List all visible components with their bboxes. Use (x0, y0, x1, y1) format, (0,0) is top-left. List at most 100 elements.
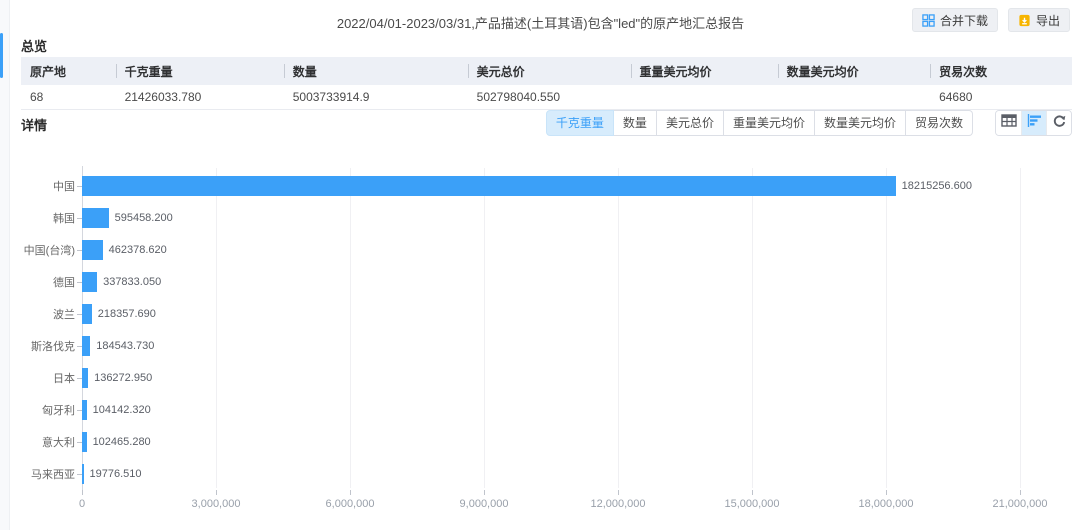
overview-table-header: 原产地千克重量数量美元总价重量美元均价数量美元均价贸易次数 (21, 57, 1072, 85)
column-header: 原产地 (21, 57, 116, 85)
category-label: 匈牙利 (21, 402, 77, 418)
bar[interactable] (82, 240, 103, 260)
category-label: 德国 (21, 274, 77, 290)
chart-row: 马来西亚 19776.510 (21, 458, 1072, 490)
value-label: 462378.620 (109, 244, 167, 256)
x-axis-tick (886, 490, 887, 495)
column-header: 重量美元均价 (631, 57, 778, 85)
value-label: 595458.200 (115, 212, 173, 224)
bar[interactable] (82, 176, 896, 196)
refresh-icon (1052, 114, 1066, 133)
overview-cell: 68 (21, 90, 116, 104)
bar-zone: 102465.280 (82, 432, 1022, 452)
column-header: 美元总价 (468, 57, 631, 85)
table-icon (1001, 114, 1017, 132)
overview-table-row: 6821426033.7805003733914.9502798040.550 6… (21, 85, 1072, 110)
value-label: 337833.050 (103, 276, 161, 288)
metric-tab[interactable]: 千克重量 (546, 110, 614, 136)
merge-download-button[interactable]: 合并下载 (912, 8, 998, 32)
value-label: 19776.510 (90, 468, 142, 480)
value-label: 184543.730 (96, 340, 154, 352)
value-label: 218357.690 (98, 308, 156, 320)
category-label: 马来西亚 (21, 466, 77, 482)
details-controls: 千克重量数量美元总价重量美元均价数量美元均价贸易次数 (546, 110, 1072, 136)
bar[interactable] (82, 272, 97, 292)
metric-tab[interactable]: 数量 (614, 110, 657, 136)
value-label: 136272.950 (94, 372, 152, 384)
metric-tab[interactable]: 美元总价 (657, 110, 724, 136)
bar-chart-icon (1027, 114, 1042, 132)
column-header: 千克重量 (116, 57, 284, 85)
details-section-label: 详情 (21, 115, 47, 134)
chart-row: 中国(台湾)462378.620 (21, 234, 1072, 266)
chart-row: 波兰 218357.690 (21, 298, 1072, 330)
x-axis-tick (484, 490, 485, 495)
x-axis-tick-label: 6,000,000 (326, 498, 375, 510)
bar[interactable] (82, 464, 84, 484)
view-toggle-group (995, 110, 1072, 136)
bar-zone: 218357.690 (82, 304, 1022, 324)
x-axis-tick (1020, 490, 1021, 495)
x-axis-tick-label: 15,000,000 (724, 498, 779, 510)
export-file-icon (1018, 14, 1031, 27)
value-label: 104142.320 (93, 404, 151, 416)
metric-tabs: 千克重量数量美元总价重量美元均价数量美元均价贸易次数 (546, 110, 973, 136)
value-label: 18215256.600 (902, 180, 972, 192)
x-axis-tick (618, 490, 619, 495)
value-label: 102465.280 (93, 436, 151, 448)
overview-cell: 64680 (930, 90, 1072, 104)
x-axis-tick-label: 3,000,000 (192, 498, 241, 510)
category-label: 韩国 (21, 210, 77, 226)
x-axis-tick-label: 18,000,000 (858, 498, 913, 510)
top-bar: 2022/04/01-2023/03/31,产品描述(土耳其语)包含"led"的… (11, 8, 1070, 34)
x-axis-tick-label: 21,000,000 (992, 498, 1047, 510)
bar[interactable] (82, 208, 109, 228)
column-header: 贸易次数 (930, 57, 1072, 85)
chart-row: 斯洛伐克184543.730 (21, 330, 1072, 362)
bar[interactable] (82, 304, 92, 324)
chart-row: 日本 136272.950 (21, 362, 1072, 394)
x-axis-tick (216, 490, 217, 495)
chart-row: 德国 337833.050 (21, 266, 1072, 298)
left-scrollbar[interactable] (0, 0, 10, 530)
x-axis-tick (752, 490, 753, 495)
chart-row: 匈牙利 104142.320 (21, 394, 1072, 426)
overview-cell: 21426033.780 (116, 90, 284, 104)
column-header: 数量美元均价 (778, 57, 930, 85)
report-page: 2022/04/01-2023/03/31,产品描述(土耳其语)包含"led"的… (0, 0, 1080, 530)
bar-zone: 462378.620 (82, 240, 1022, 260)
bar[interactable] (82, 368, 88, 388)
metric-tab[interactable]: 重量美元均价 (724, 110, 815, 136)
category-label: 意大利 (21, 434, 77, 450)
overview-cell: 502798040.550 (468, 90, 631, 104)
value-axis: 03,000,0006,000,0009,000,00012,000,00015… (21, 490, 1072, 514)
bar-zone: 595458.200 (82, 208, 1022, 228)
merge-grid-icon (922, 14, 935, 27)
metric-tab[interactable]: 贸易次数 (906, 110, 973, 136)
top-actions: 合并下载 导出 (912, 8, 1070, 32)
bar-chart-view-button[interactable] (1021, 111, 1046, 135)
export-label: 导出 (1036, 12, 1060, 29)
bar-zone: 136272.950 (82, 368, 1022, 388)
category-label: 日本 (21, 370, 77, 386)
export-button[interactable]: 导出 (1008, 8, 1070, 32)
report-content: 2022/04/01-2023/03/31,产品描述(土耳其语)包含"led"的… (11, 0, 1080, 530)
bar[interactable] (82, 432, 87, 452)
x-axis-tick (82, 490, 83, 495)
scrollbar-thumb[interactable] (0, 33, 3, 78)
bar[interactable] (82, 400, 87, 420)
refresh-view-button[interactable] (1046, 111, 1071, 135)
bar-zone: 19776.510 (82, 464, 1022, 484)
x-axis-tick (350, 490, 351, 495)
category-label: 波兰 (21, 306, 77, 322)
bar-zone: 337833.050 (82, 272, 1022, 292)
table-view-button[interactable] (996, 111, 1021, 135)
overview-cell: 5003733914.9 (284, 90, 468, 104)
chart-row: 中国18215256.600 (21, 170, 1072, 202)
overview-table: 原产地千克重量数量美元总价重量美元均价数量美元均价贸易次数 6821426033… (21, 57, 1072, 110)
bar-chart: 中国18215256.600 韩国 595458.200 中国(台湾)462378.6… (21, 170, 1072, 520)
bar[interactable] (82, 336, 90, 356)
metric-tab[interactable]: 数量美元均价 (815, 110, 906, 136)
bar-zone: 184543.730 (82, 336, 1022, 356)
chart-row: 意大利 102465.280 (21, 426, 1072, 458)
